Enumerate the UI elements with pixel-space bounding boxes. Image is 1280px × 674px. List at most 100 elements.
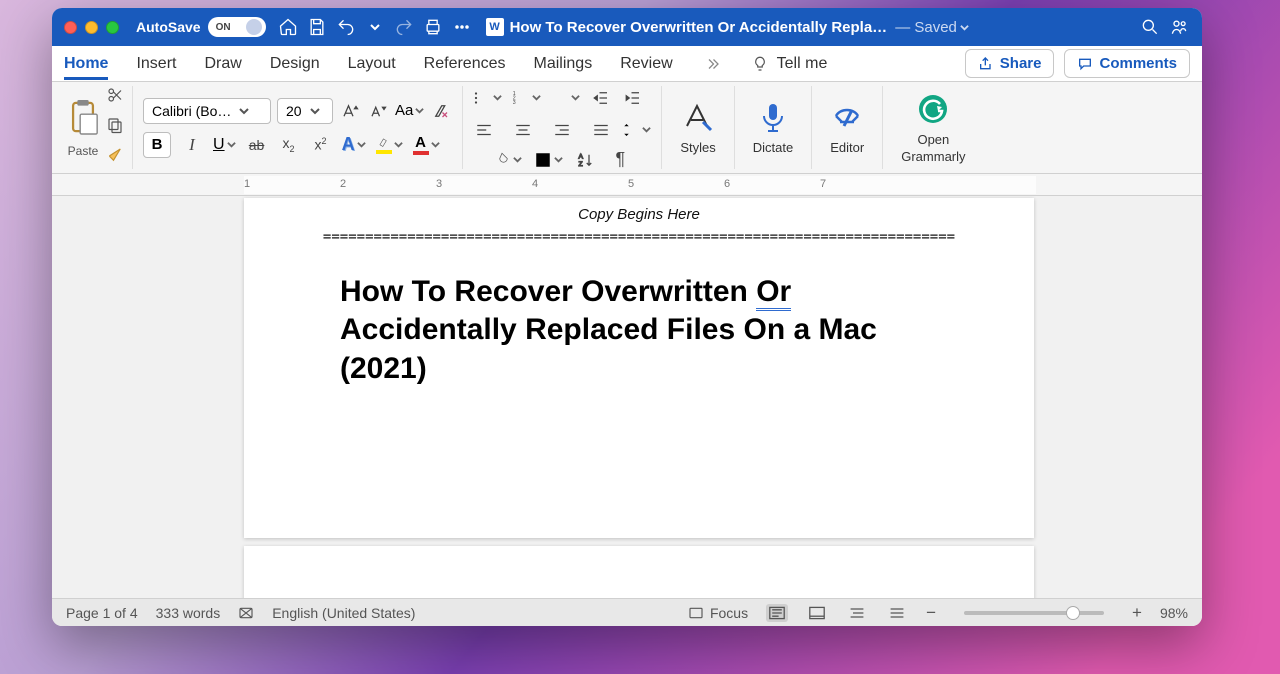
paste-button[interactable]: Paste — [66, 97, 100, 158]
clear-formatting-icon[interactable] — [430, 100, 452, 122]
grammarly-group: Open Grammarly — [883, 86, 983, 169]
status-bar: Page 1 of 4 333 words English (United St… — [52, 598, 1202, 626]
numbering-icon[interactable]: 123 — [512, 89, 541, 107]
tab-insert[interactable]: Insert — [136, 55, 176, 73]
document-area[interactable]: Copy Begins Here =======================… — [52, 196, 1202, 598]
strikethrough-button[interactable]: ab — [246, 134, 268, 156]
autosave-state: ON — [216, 22, 231, 33]
tab-draw[interactable]: Draw — [204, 55, 241, 73]
redo-icon[interactable] — [393, 16, 415, 38]
increase-indent-icon[interactable] — [622, 87, 644, 109]
tab-mailings[interactable]: Mailings — [534, 55, 593, 73]
shrink-font-icon[interactable] — [367, 100, 389, 122]
highlight-icon[interactable] — [376, 136, 403, 154]
autosave-toggle[interactable]: ON — [208, 17, 266, 37]
print-icon[interactable] — [422, 16, 444, 38]
multilevel-list-icon[interactable] — [551, 89, 580, 107]
align-left-icon[interactable] — [473, 119, 495, 141]
grammarly-button[interactable]: Open Grammarly — [891, 92, 975, 164]
cut-icon[interactable] — [106, 86, 124, 109]
word-count[interactable]: 333 words — [156, 605, 221, 621]
font-name-select[interactable]: Calibri (Bo… — [143, 98, 271, 124]
word-app-icon: W — [486, 18, 504, 36]
close-button[interactable] — [64, 21, 77, 34]
paragraph-group: 123 AZ ¶ — [463, 86, 662, 169]
autosave-label: AutoSave — [136, 19, 201, 35]
toggle-knob — [246, 19, 262, 35]
outline-view[interactable] — [886, 604, 908, 622]
zoom-slider[interactable] — [964, 611, 1104, 615]
home-icon[interactable] — [277, 16, 299, 38]
zoom-level[interactable]: 98% — [1160, 605, 1188, 621]
borders-icon[interactable] — [534, 151, 563, 169]
font-color-icon[interactable]: A — [413, 134, 440, 155]
page-1[interactable]: Copy Begins Here =======================… — [244, 198, 1034, 538]
tell-me[interactable]: Tell me — [751, 55, 828, 73]
zoom-in[interactable]: + — [1132, 603, 1142, 623]
text-effects-icon[interactable]: A — [342, 134, 366, 155]
share-button[interactable]: Share — [965, 49, 1055, 78]
ruler[interactable]: 1 2 3 4 5 6 7 — [52, 174, 1202, 196]
tab-review[interactable]: Review — [620, 55, 672, 73]
sort-icon[interactable]: AZ — [575, 149, 597, 171]
print-layout-view[interactable] — [766, 604, 788, 622]
spellcheck-icon[interactable] — [238, 605, 254, 621]
page-indicator[interactable]: Page 1 of 4 — [66, 605, 138, 621]
minimize-button[interactable] — [85, 21, 98, 34]
page-2[interactable] — [244, 546, 1034, 598]
align-right-icon[interactable] — [551, 119, 573, 141]
editor-button[interactable]: Editor — [820, 100, 874, 155]
bullets-icon[interactable] — [473, 89, 502, 107]
svg-text:Z: Z — [579, 161, 583, 168]
ribbon: Paste Calibri (Bo… 20 — [52, 82, 1202, 174]
change-case-icon[interactable]: Aa — [395, 102, 424, 120]
shading-icon[interactable] — [493, 151, 522, 169]
comments-button[interactable]: Comments — [1064, 49, 1190, 78]
decrease-indent-icon[interactable] — [590, 87, 612, 109]
tab-layout[interactable]: Layout — [348, 55, 396, 73]
subscript-button[interactable]: x2 — [278, 134, 300, 156]
undo-dropdown[interactable] — [364, 16, 386, 38]
tab-overflow-icon[interactable] — [701, 53, 723, 75]
maximize-button[interactable] — [106, 21, 119, 34]
styles-button[interactable]: Styles — [670, 100, 725, 155]
italic-button[interactable]: I — [181, 134, 203, 156]
tab-bar: Home Insert Draw Design Layout Reference… — [52, 46, 1202, 82]
undo-icon[interactable] — [335, 16, 357, 38]
share-label: Share — [1000, 55, 1042, 72]
tab-references[interactable]: References — [424, 55, 506, 73]
font-group: Calibri (Bo… 20 Aa B I U ab x2 x2 A — [133, 86, 463, 169]
window-controls — [64, 21, 119, 34]
language-indicator[interactable]: English (United States) — [272, 605, 415, 621]
tab-design[interactable]: Design — [270, 55, 320, 73]
web-layout-view[interactable] — [846, 604, 868, 622]
read-mode-view[interactable] — [806, 604, 828, 622]
zoom-out[interactable]: − — [926, 603, 936, 623]
focus-mode[interactable]: Focus — [688, 605, 748, 621]
grammarly-label-2: Grammarly — [901, 149, 965, 164]
account-icon[interactable] — [1168, 16, 1190, 38]
format-painter-icon[interactable] — [106, 146, 124, 169]
align-center-icon[interactable] — [512, 119, 534, 141]
more-icon[interactable] — [451, 16, 473, 38]
tab-home[interactable]: Home — [64, 55, 108, 80]
svg-text:A: A — [579, 153, 584, 160]
bold-button[interactable]: B — [143, 132, 171, 158]
copy-begins-text: Copy Begins Here — [244, 198, 1034, 223]
grow-font-icon[interactable] — [339, 100, 361, 122]
font-size-select[interactable]: 20 — [277, 98, 333, 124]
superscript-button[interactable]: x2 — [310, 134, 332, 156]
show-paragraph-icon[interactable]: ¶ — [609, 149, 631, 171]
document-title[interactable]: W How To Recover Overwritten Or Accident… — [486, 18, 969, 36]
styles-label: Styles — [680, 140, 715, 155]
save-icon[interactable] — [306, 16, 328, 38]
copy-icon[interactable] — [106, 116, 124, 139]
line-spacing-icon[interactable] — [622, 121, 651, 139]
document-heading: How To Recover Overwritten Or Accidental… — [244, 273, 1034, 388]
justify-icon[interactable] — [590, 119, 612, 141]
ruler-3: 3 — [436, 178, 442, 190]
dictate-button[interactable]: Dictate — [743, 100, 803, 155]
search-icon[interactable] — [1139, 16, 1161, 38]
underline-button[interactable]: U — [213, 136, 236, 154]
separator-line: ========================================… — [244, 223, 1034, 273]
